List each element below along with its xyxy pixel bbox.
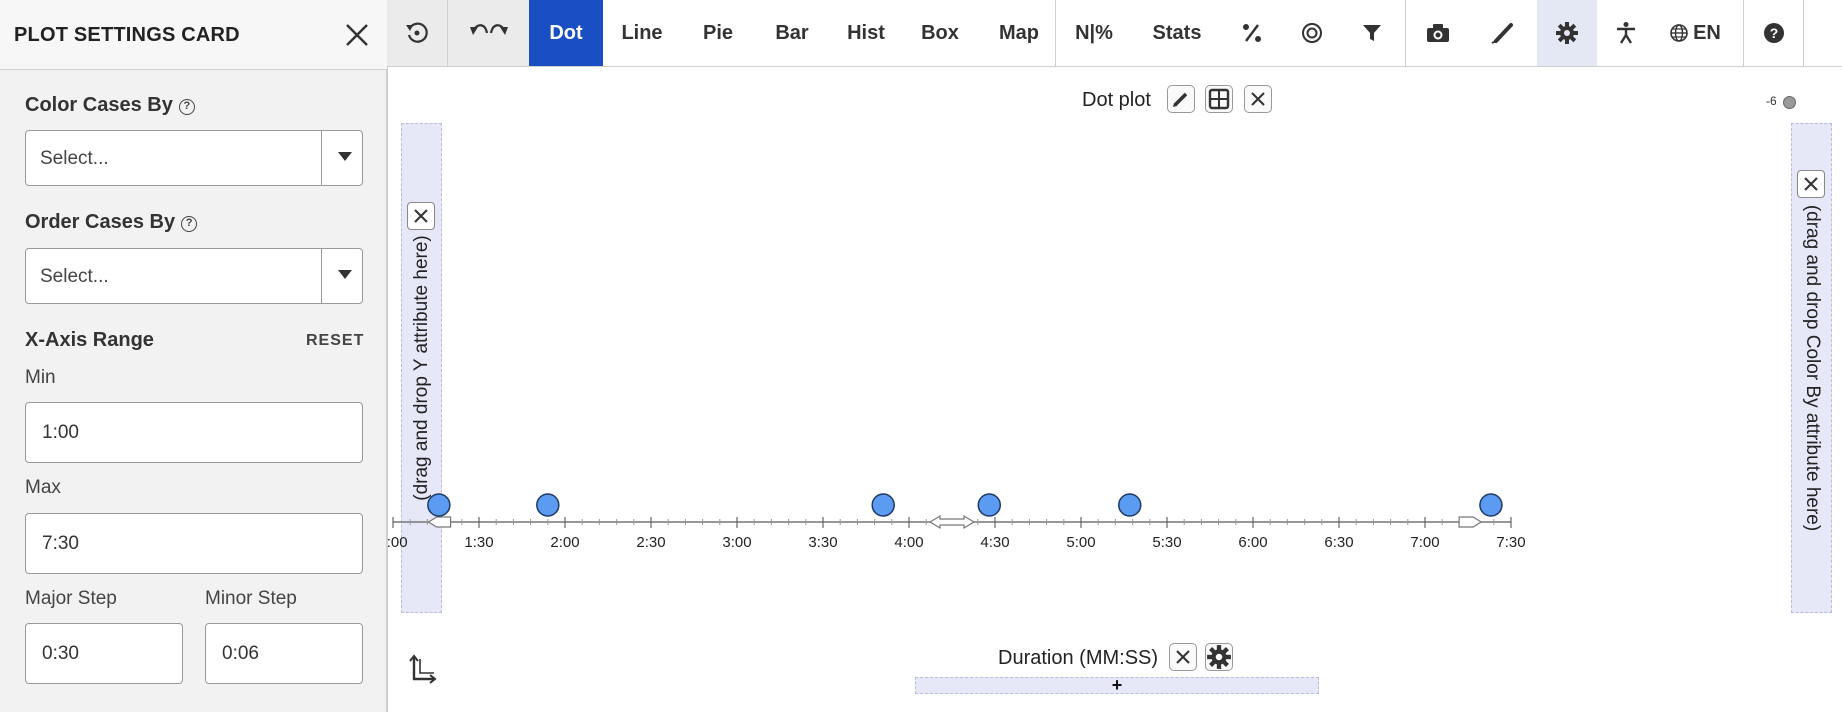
toolbar-divider [1803, 0, 1804, 66]
axis-swap-icon[interactable] [408, 653, 438, 685]
x-tick-label: 4:30 [980, 534, 1009, 551]
undo-redo-button[interactable] [448, 0, 529, 66]
reset-button[interactable]: RESET [306, 332, 364, 350]
target-icon [1302, 23, 1322, 43]
data-point[interactable] [871, 493, 895, 517]
data-point[interactable] [536, 493, 560, 517]
pen-icon [1491, 23, 1513, 44]
help-icon: ? [1764, 23, 1784, 43]
color-cases-select[interactable]: Select... [25, 130, 363, 186]
rotate-reset-icon [406, 22, 428, 43]
color-cases-label: Color Cases By? [25, 94, 195, 117]
select-divider [321, 249, 322, 303]
plot-area: Dot plot -6 (drag and drop Y attribute h… [387, 67, 1842, 712]
minor-step-field[interactable] [205, 623, 363, 684]
target-button[interactable] [1282, 0, 1342, 66]
axis-range-handle[interactable] [427, 516, 452, 528]
color-cases-select-value: Select... [40, 148, 109, 169]
accessibility-button[interactable] [1597, 0, 1655, 66]
gear-icon [1207, 645, 1231, 669]
max-label: Max [25, 477, 61, 498]
color-cases-label-text: Color Cases By [25, 94, 173, 116]
undo-redo-icon [469, 24, 508, 35]
histogram-tab[interactable]: Hist [829, 0, 903, 66]
plot-settings-panel: PLOT SETTINGS CARD Color Cases By? Selec… [0, 0, 387, 712]
x-tick-label: 5:30 [1152, 534, 1181, 551]
stats-button[interactable]: Stats [1132, 0, 1222, 66]
x-tick-label: 6:00 [1238, 534, 1267, 551]
pie-chart-tab[interactable]: Pie [681, 0, 755, 66]
close-icon[interactable] [342, 20, 372, 50]
svg-text:?: ? [1770, 25, 1779, 41]
language-label: EN [1693, 21, 1721, 44]
camera-button[interactable] [1406, 0, 1469, 66]
data-point[interactable] [1479, 493, 1503, 517]
settings-button[interactable] [1537, 0, 1597, 66]
major-step-label: Major Step [25, 588, 117, 609]
x-tick-label: 2:30 [636, 534, 665, 551]
x-tick-label: 7:00 [1410, 534, 1439, 551]
x-tick-label: 2:00 [550, 534, 579, 551]
remove-x-attribute-button[interactable] [1169, 643, 1197, 671]
data-point[interactable] [977, 493, 1002, 517]
x-tick-label: 1:00 [388, 534, 408, 551]
globe-icon [1670, 24, 1688, 42]
x-tick-label: 3:00 [722, 534, 751, 551]
x-axis-range-label: X-Axis Range [25, 329, 154, 351]
percent-icon [1243, 24, 1261, 42]
major-step-field[interactable] [25, 623, 183, 684]
add-attribute-drop-zone[interactable]: + [915, 676, 1319, 694]
panel-title: PLOT SETTINGS CARD [14, 24, 240, 46]
data-point[interactable] [1117, 493, 1142, 517]
box-plot-tab[interactable]: Box [903, 0, 977, 66]
percent-divider-button[interactable] [1222, 0, 1282, 66]
accessibility-icon [1617, 22, 1635, 44]
order-cases-select-value: Select... [40, 266, 109, 287]
max-field[interactable] [25, 513, 363, 574]
count-percent-button[interactable]: N|% [1056, 0, 1132, 66]
min-label: Min [25, 367, 56, 388]
filter-button[interactable] [1342, 0, 1402, 66]
help-button[interactable]: ? [1744, 0, 1804, 66]
filter-icon [1363, 25, 1381, 41]
chevron-down-icon[interactable] [338, 270, 352, 279]
min-field[interactable] [25, 402, 363, 463]
dot-plot-chart: 1:00 1:30 2:00 2:30 3:00 3:30 4:00 4:30 5:00 5:30… [388, 493, 1526, 551]
gear-icon [1556, 22, 1578, 44]
dot-plot-tab[interactable]: Dot [529, 0, 603, 66]
language-button[interactable]: EN [1655, 0, 1735, 66]
map-tab[interactable]: Map [977, 0, 1061, 66]
chevron-down-icon[interactable] [338, 152, 352, 161]
axis-range-handle[interactable] [1458, 516, 1483, 528]
minor-step-label: Minor Step [205, 588, 297, 609]
x-tick-label: 5:00 [1066, 534, 1095, 551]
help-icon[interactable]: ? [178, 99, 195, 115]
draw-button[interactable] [1469, 0, 1537, 66]
order-cases-label-text: Order Cases By [25, 211, 176, 233]
select-divider [321, 131, 322, 185]
x-tick-label: 6:30 [1324, 534, 1353, 551]
close-icon [1176, 650, 1190, 664]
x-axis-settings-button[interactable] [1205, 643, 1233, 671]
help-icon[interactable]: ? [181, 216, 198, 232]
camera-icon [1426, 24, 1449, 42]
reset-view-button[interactable] [387, 0, 447, 66]
toolbar: Dot Line Pie Bar Hist Box Map N|% Stats [387, 0, 1842, 67]
x-tick-label: 1:30 [464, 534, 493, 551]
x-tick-label: 4:00 [894, 534, 923, 551]
axis-pan-handle[interactable] [928, 514, 976, 530]
x-tick-label: 7:30 [1496, 534, 1525, 551]
data-point[interactable] [427, 493, 451, 517]
x-axis-attribute-label[interactable]: Duration (MM:SS) [998, 647, 1158, 670]
panel-header: PLOT SETTINGS CARD [0, 0, 387, 70]
line-plot-tab[interactable]: Line [603, 0, 681, 66]
order-cases-select[interactable]: Select... [25, 248, 363, 304]
bar-chart-tab[interactable]: Bar [755, 0, 829, 66]
order-cases-label: Order Cases By? [25, 211, 198, 234]
x-tick-label: 3:30 [808, 534, 837, 551]
